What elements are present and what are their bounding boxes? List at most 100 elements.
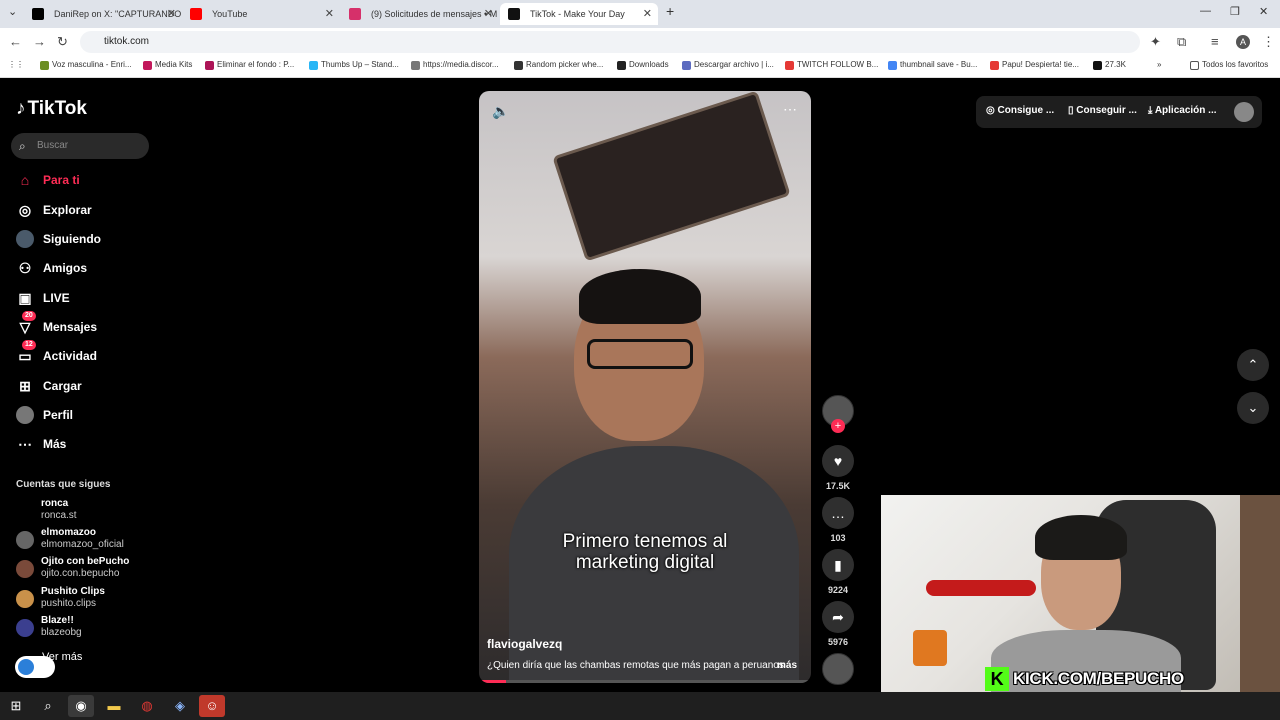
volume-icon[interactable]: 🔈 bbox=[492, 103, 509, 120]
followed-account[interactable]: Pushito Clips pushito.clips bbox=[16, 586, 105, 612]
nav-mensajes[interactable]: ▽ 20 Mensajes bbox=[16, 311, 98, 338]
url-input[interactable]: tiktok.com bbox=[80, 31, 1140, 53]
activity-badge: 12 bbox=[22, 340, 36, 350]
video-progress-bar[interactable] bbox=[479, 680, 811, 683]
minimize-icon[interactable]: — bbox=[1200, 5, 1211, 17]
close-window-icon[interactable]: ✕ bbox=[1259, 5, 1268, 18]
account-handle: pushito.clips bbox=[41, 598, 97, 609]
profile-avatar[interactable]: A bbox=[1236, 35, 1250, 49]
menu-dots-icon[interactable]: ⋮ bbox=[1262, 34, 1275, 50]
nav-explorar[interactable]: ◎ Explorar bbox=[16, 199, 92, 221]
caption-text: ¿Quien diría que las chambas remotas que… bbox=[487, 660, 784, 671]
nav-actividad[interactable]: ▭ 12 Actividad bbox=[16, 340, 98, 367]
windows-taskbar: ⊞ ⌕ ◉ ▬ ◍ ◈ ☺ bbox=[0, 692, 1280, 720]
account-name: Ojito con bePucho bbox=[41, 556, 130, 567]
close-tab-icon[interactable]: ✕ bbox=[484, 3, 493, 25]
extension-icon[interactable]: ✦ bbox=[1150, 34, 1161, 50]
tab-x[interactable]: DaniRep on X: "CAPTURANDO ✕ bbox=[24, 3, 182, 25]
bookmark-button[interactable]: ▮ bbox=[822, 549, 854, 581]
nav-cargar[interactable]: ⊞ Cargar bbox=[16, 375, 82, 397]
windows-start-icon[interactable]: ⊞ bbox=[3, 695, 29, 717]
apps-icon[interactable]: ⋮⋮ bbox=[8, 60, 24, 69]
bookmark-item[interactable]: Descargar archivo | i... bbox=[682, 60, 774, 70]
steam-icon[interactable]: ◈ bbox=[167, 695, 193, 717]
bookmark-item[interactable]: Downloads bbox=[617, 60, 669, 70]
toggle-switch[interactable] bbox=[15, 656, 55, 678]
music-disc-avatar[interactable] bbox=[822, 653, 854, 685]
nav-mas[interactable]: ⋯ Más bbox=[16, 433, 66, 455]
live-icon: ▣ bbox=[18, 290, 32, 306]
close-tab-icon[interactable]: ✕ bbox=[325, 3, 334, 25]
nav-para-ti[interactable]: ⌂ Para ti bbox=[16, 169, 80, 191]
bookmark-item[interactable]: Papu! Despierta! tie... bbox=[990, 60, 1079, 70]
nav-label: Actividad bbox=[43, 349, 98, 363]
discord-icon[interactable]: ☺ bbox=[199, 695, 225, 717]
nav-perfil[interactable]: Perfil bbox=[16, 404, 73, 426]
followed-account[interactable]: ronca ronca.st bbox=[16, 498, 77, 524]
tiktok-logo-icon bbox=[508, 8, 520, 20]
bookmark-item[interactable]: TWITCH FOLLOW B... bbox=[785, 60, 878, 70]
bookshelf bbox=[1240, 495, 1280, 692]
tab-instagram[interactable]: (9) Solicitudes de mensajes • M ✕ bbox=[341, 3, 499, 25]
coins-label: Consigue ... bbox=[997, 105, 1055, 116]
followed-account[interactable]: elmomazoo elmomazoo_oficial bbox=[16, 527, 124, 553]
video-caption: ¿Quien diría que las chambas remotas que… bbox=[487, 660, 807, 671]
video-author[interactable]: flaviogalvezq bbox=[487, 637, 562, 651]
nav-label: Mensajes bbox=[43, 320, 98, 334]
bookmark-item[interactable]: https://media.discor... bbox=[411, 60, 499, 70]
follow-plus-icon[interactable]: + bbox=[831, 419, 845, 433]
tab-title: YouTube bbox=[212, 9, 248, 19]
get-coins-button[interactable]: ◎ Consigue ... bbox=[986, 105, 1054, 116]
like-button[interactable]: ♥ bbox=[822, 445, 854, 477]
more-options-icon[interactable]: ⋯ bbox=[783, 101, 797, 118]
all-bookmarks-folder[interactable]: Todos los favoritos bbox=[1190, 60, 1268, 70]
desktop-app-button[interactable]: ⤓ Aplicación ... bbox=[1148, 105, 1217, 116]
tiktok-logo[interactable]: ♪ TikTok bbox=[16, 98, 87, 120]
chrome-icon[interactable]: ◉ bbox=[68, 695, 94, 717]
tab-tiktok[interactable]: TikTok - Make Your Day ✕ bbox=[500, 3, 658, 25]
bookmark-item[interactable]: Voz masculina - Enri... bbox=[40, 60, 132, 70]
followed-account[interactable]: Blaze!! blazeobg bbox=[16, 615, 82, 641]
streamer-hair bbox=[1035, 515, 1127, 560]
bookmark-item[interactable]: Media Kits bbox=[143, 60, 192, 70]
next-video-button[interactable]: ⌄ bbox=[1237, 392, 1269, 424]
bookmark-item[interactable]: Random picker whe... bbox=[514, 60, 603, 70]
user-avatar[interactable] bbox=[1234, 102, 1254, 122]
nav-siguiendo[interactable]: Siguiendo bbox=[16, 228, 101, 250]
file-explorer-icon[interactable]: ▬ bbox=[101, 695, 127, 717]
new-tab-button[interactable]: + bbox=[666, 3, 674, 19]
caption-more-link[interactable]: más bbox=[777, 660, 797, 671]
media-icon[interactable]: ≡ bbox=[1211, 34, 1219, 49]
tiktok-page: ♪ TikTok ⌕ Buscar ⌂ Para ti ◎ Explorar Si… bbox=[0, 79, 1280, 692]
puzzle-icon[interactable]: ⧉ bbox=[1177, 34, 1186, 50]
reload-icon[interactable]: ↻ bbox=[57, 34, 68, 50]
followed-account[interactable]: Ojito con bePucho ojito.con.bepucho bbox=[16, 556, 129, 582]
tab-search-icon[interactable]: ⌄ bbox=[8, 5, 17, 18]
search-icon[interactable]: ⌕ bbox=[35, 695, 61, 717]
close-tab-icon[interactable]: ✕ bbox=[167, 3, 176, 25]
nav-label: Explorar bbox=[43, 203, 92, 217]
chevron-right-icon[interactable]: » bbox=[1157, 60, 1161, 69]
tab-youtube[interactable]: YouTube ✕ bbox=[182, 3, 340, 25]
get-app-button[interactable]: ▯ Conseguir ... bbox=[1068, 105, 1137, 116]
search-input[interactable]: ⌕ Buscar bbox=[11, 133, 149, 159]
share-button[interactable]: ➦ bbox=[822, 601, 854, 633]
app-icon[interactable]: ◍ bbox=[134, 695, 160, 717]
kick-channel-banner: K KICK.COM/BEPUCHO bbox=[985, 667, 1184, 691]
previous-video-button[interactable]: ⌃ bbox=[1237, 349, 1269, 381]
bookmark-item[interactable]: thumbnail save - Bu... bbox=[888, 60, 977, 70]
bookmark-favicon-icon bbox=[40, 61, 49, 70]
nav-amigos[interactable]: ⚇ Amigos bbox=[16, 257, 87, 279]
close-tab-icon[interactable]: ✕ bbox=[643, 3, 652, 25]
bookmark-item[interactable]: Eliminar el fondo : P... bbox=[205, 60, 294, 70]
account-handle: elmomazoo_oficial bbox=[41, 539, 124, 550]
back-icon[interactable]: ← bbox=[9, 34, 22, 49]
nav-live[interactable]: ▣ LIVE bbox=[16, 287, 69, 309]
video-player[interactable]: 🔈 ⋯ Primero tenemos al marketing digital… bbox=[479, 91, 811, 683]
restore-icon[interactable]: ❐ bbox=[1230, 5, 1240, 18]
bookmark-item[interactable]: 27.3K bbox=[1093, 60, 1126, 70]
forward-icon[interactable]: → bbox=[33, 34, 46, 49]
comment-button[interactable]: … bbox=[822, 497, 854, 529]
bookmark-item[interactable]: Thumbs Up – Stand... bbox=[309, 60, 399, 70]
more-icon: ⋯ bbox=[18, 436, 32, 452]
